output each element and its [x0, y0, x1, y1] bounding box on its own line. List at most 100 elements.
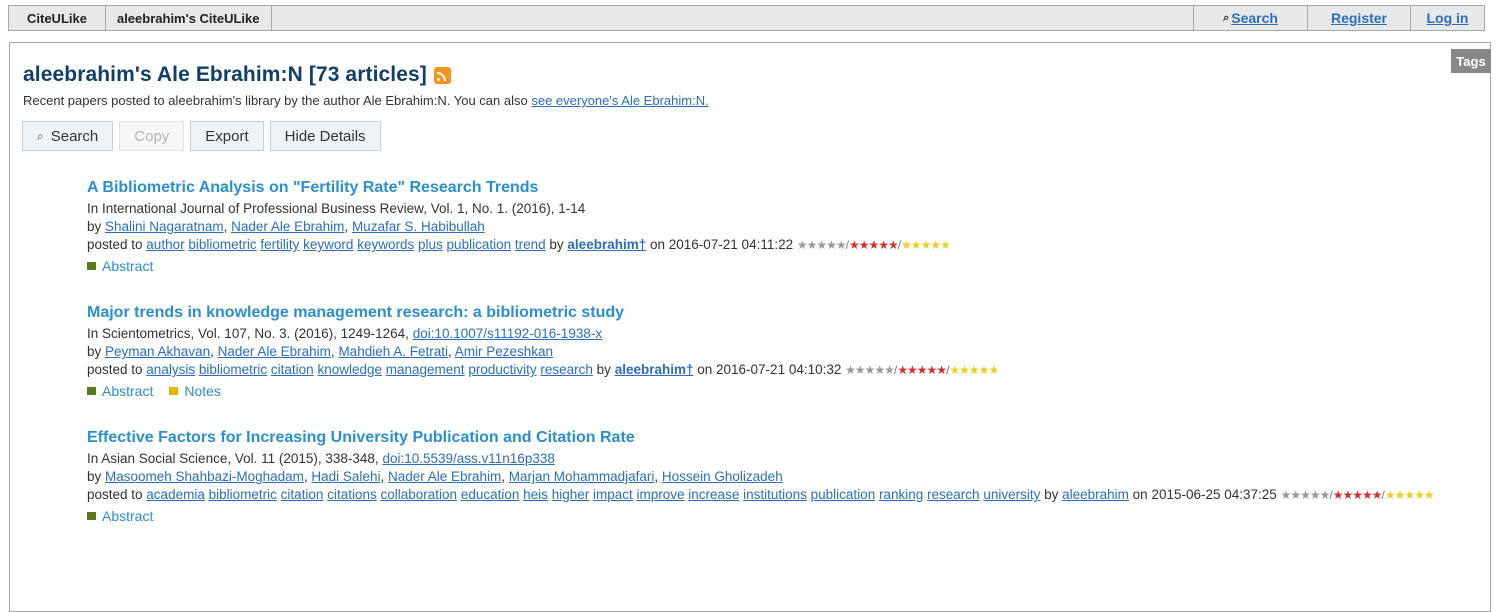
article-title-link[interactable]: A Bibliometric Analysis on "Fertility Ra…	[87, 179, 1472, 197]
tag-link[interactable]: keywords	[357, 237, 414, 252]
author-link[interactable]: Shalini Nagaratnam	[105, 219, 224, 234]
post-date: 2015-06-25 04:37:25	[1151, 487, 1281, 502]
by-label: by	[1044, 487, 1063, 502]
doi-link[interactable]: doi:10.1007/s11192-016-1938-x	[413, 326, 602, 341]
citation-text: In International Journal of Professional…	[87, 201, 586, 216]
tag-link[interactable]: education	[461, 487, 520, 502]
by-label: by	[87, 469, 106, 484]
author-link[interactable]: Nader Ale Ebrahim	[218, 344, 331, 359]
tag-link[interactable]: citation	[281, 487, 324, 502]
nav-login-link[interactable]: Log in	[1427, 10, 1469, 26]
abstract-toggle[interactable]: Abstract	[87, 258, 153, 274]
tag-link[interactable]: keyword	[303, 237, 353, 252]
tag-link[interactable]: trend	[515, 237, 546, 252]
doi-link[interactable]: doi:10.5539/ass.v11n16p338	[382, 451, 554, 466]
posted-by-user-link[interactable]: aleebrahim†	[567, 237, 646, 252]
author-link[interactable]: Mahdieh A. Fetrati	[338, 344, 448, 359]
author-link[interactable]: Muzafar S. Habibullah	[352, 219, 485, 234]
tag-link[interactable]: knowledge	[317, 362, 382, 377]
article-item: Major trends in knowledge management res…	[87, 304, 1472, 399]
article-extras: Abstract Notes	[87, 383, 1472, 399]
author-link[interactable]: Hossein Gholizadeh	[662, 469, 783, 484]
author-link[interactable]: Amir Pezeshkan	[455, 344, 553, 359]
on-label: on	[1128, 487, 1152, 502]
tag-link[interactable]: institutions	[743, 487, 807, 502]
post-date: 2016-07-21 04:11:22	[668, 237, 797, 252]
abstract-toggle[interactable]: Abstract	[87, 383, 153, 399]
tag-link[interactable]: academia	[146, 487, 205, 502]
rss-icon[interactable]	[433, 66, 451, 84]
article-authors: by Peyman Akhavan, Nader Ale Ebrahim, Ma…	[87, 344, 554, 359]
article-item: A Bibliometric Analysis on "Fertility Ra…	[87, 179, 1472, 274]
author-link[interactable]: Peyman Akhavan	[105, 344, 210, 359]
rating-stars-gray[interactable]: ★★★★★	[845, 363, 895, 377]
tag-link[interactable]: heis	[523, 487, 548, 502]
posted-to-label: posted to	[87, 237, 147, 252]
tag-link[interactable]: improve	[637, 487, 685, 502]
tag-link[interactable]: publication	[811, 487, 876, 502]
posted-by-user-link[interactable]: aleebrahim†	[615, 362, 694, 377]
copy-button[interactable]: Copy	[119, 121, 185, 151]
subtitle-text: Recent papers posted to aleebrahim's lib…	[23, 93, 532, 108]
tag-link[interactable]: research	[927, 487, 980, 502]
page-title-text: aleebrahim's Ale Ebrahim:N [73 articles]	[23, 63, 427, 86]
tag-link[interactable]: fertility	[260, 237, 299, 252]
author-link[interactable]: Nader Ale Ebrahim	[388, 469, 501, 484]
tag-link[interactable]: impact	[593, 487, 633, 502]
author-link[interactable]: Marjan Mohammadjafari	[509, 469, 655, 484]
posted-by-user-link[interactable]: aleebrahim	[1062, 487, 1129, 502]
hide-details-button[interactable]: Hide Details	[269, 121, 381, 151]
rating-stars-yellow[interactable]: ★★★★★	[901, 238, 951, 252]
article-posted: posted to academia bibliometric citation…	[87, 486, 1472, 504]
rating-stars-red[interactable]: ★★★★★	[897, 363, 947, 377]
tag-link[interactable]: research	[540, 362, 593, 377]
tag-link[interactable]: bibliometric	[188, 237, 256, 252]
tag-link[interactable]: plus	[418, 237, 443, 252]
author-link[interactable]: Hadi Salehi	[311, 469, 380, 484]
tag-link[interactable]: citations	[327, 487, 377, 502]
author-link[interactable]: Masoomeh Shahbazi-Moghadam	[105, 469, 304, 484]
search-button-label: Search	[50, 127, 99, 145]
tag-link[interactable]: bibliometric	[199, 362, 267, 377]
tag-link[interactable]: citation	[271, 362, 314, 377]
tag-link[interactable]: analysis	[146, 362, 195, 377]
export-button[interactable]: Export	[190, 121, 264, 151]
rating-stars-yellow[interactable]: ★★★★★	[949, 363, 999, 377]
rating-stars-red[interactable]: ★★★★★	[849, 238, 899, 252]
tags-tab[interactable]: Tags	[1451, 49, 1491, 73]
see-everyone-link[interactable]: see everyone's Ale Ebrahim:N.	[531, 93, 708, 108]
article-posted: posted to analysis bibliometric citation…	[87, 361, 1472, 379]
tag-link[interactable]: bibliometric	[209, 487, 277, 502]
page-title: aleebrahim's Ale Ebrahim:N [73 articles]	[23, 63, 451, 87]
rating-stars-yellow[interactable]: ★★★★★	[1385, 488, 1435, 502]
abstract-label: Abstract	[102, 383, 154, 399]
tag-link[interactable]: collaboration	[381, 487, 458, 502]
rating-stars-gray[interactable]: ★★★★★	[797, 238, 847, 252]
article-title-link[interactable]: Major trends in knowledge management res…	[87, 304, 1472, 322]
author-link[interactable]: Nader Ale Ebrahim	[231, 219, 344, 234]
article-citation: In International Journal of Professional…	[87, 200, 1472, 218]
article-citation: In Scientometrics, Vol. 107, No. 3. (201…	[87, 325, 1472, 343]
tag-link[interactable]: author	[146, 237, 184, 252]
tag-link[interactable]: ranking	[879, 487, 923, 502]
notes-toggle[interactable]: Notes	[169, 383, 221, 399]
rating-stars-red[interactable]: ★★★★★	[1333, 488, 1383, 502]
notes-marker-icon	[169, 387, 179, 395]
rating-stars-gray[interactable]: ★★★★★	[1281, 488, 1331, 502]
search-icon: ⌕	[37, 128, 44, 143]
tag-link[interactable]: higher	[552, 487, 590, 502]
search-button[interactable]: ⌕ Search	[22, 121, 114, 151]
post-date: 2016-07-21 04:10:32	[716, 362, 846, 377]
tag-link[interactable]: productivity	[468, 362, 536, 377]
nav-register-link[interactable]: Register	[1331, 10, 1387, 26]
tag-link[interactable]: management	[386, 362, 465, 377]
nav-tab-user-citeulike[interactable]: aleebrahim's CiteULike	[106, 6, 272, 30]
nav-tab-citeulike[interactable]: CiteULike	[9, 6, 106, 30]
abstract-toggle[interactable]: Abstract	[87, 508, 153, 524]
tag-link[interactable]: publication	[447, 237, 512, 252]
article-title-link[interactable]: Effective Factors for Increasing Univers…	[87, 429, 1472, 447]
nav-search-link[interactable]: Search	[1231, 10, 1278, 26]
tag-link[interactable]: university	[983, 487, 1040, 502]
tag-link[interactable]: increase	[688, 487, 739, 502]
